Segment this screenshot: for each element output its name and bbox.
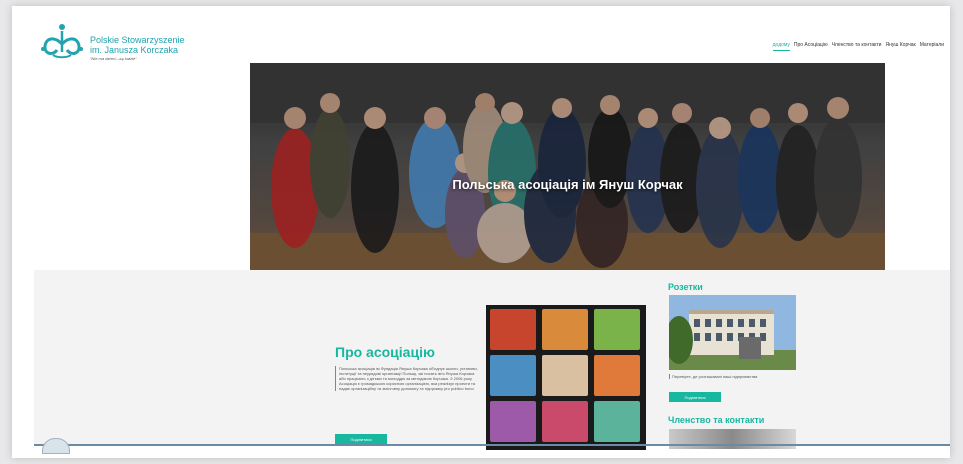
logo-icon[interactable] bbox=[39, 22, 85, 62]
nav-item-materials[interactable]: Матеріали bbox=[920, 42, 944, 51]
bottom-divider bbox=[34, 444, 950, 446]
art-tile bbox=[542, 355, 588, 396]
nav-item-korczak[interactable]: Януш Корчак bbox=[885, 42, 915, 51]
main-nav: додому Про Асоціацію Членство та контакт… bbox=[772, 42, 944, 51]
nav-item-membership[interactable]: Членство та контакти bbox=[832, 42, 882, 51]
hero-group-photo bbox=[250, 63, 885, 270]
art-tile bbox=[490, 355, 536, 396]
art-tile bbox=[490, 309, 536, 350]
membership-heading: Членство та контакти bbox=[668, 415, 765, 425]
about-heading: Про асоціацію bbox=[335, 344, 435, 360]
school-building-image[interactable] bbox=[669, 295, 796, 370]
hero-title: Польська асоціація ім Януш Корчак bbox=[452, 177, 683, 192]
hero-banner: Польська асоціація ім Януш Корчак bbox=[250, 63, 885, 270]
about-share-button[interactable]: Поділитися bbox=[335, 434, 387, 444]
children-art-image[interactable] bbox=[486, 305, 646, 450]
art-tile bbox=[542, 401, 588, 442]
rozetky-caption: Перевірте, де розташовані наші підприємс… bbox=[669, 374, 797, 379]
page: Polskie Stowarzyszenie im. Janusza Korcz… bbox=[12, 6, 950, 458]
art-tile bbox=[594, 401, 640, 442]
brand-tagline: "Nie ma dzieci—są ludzie" bbox=[90, 56, 137, 61]
nav-item-home[interactable]: додому bbox=[772, 42, 790, 51]
nav-item-about[interactable]: Про Асоціацію bbox=[794, 42, 828, 51]
brand-line-1: Polskie Stowarzyszenie bbox=[90, 35, 185, 45]
membership-image[interactable] bbox=[669, 429, 796, 449]
about-text: Польська асоціація ім Фундація Януша Кор… bbox=[335, 366, 479, 391]
art-tile bbox=[542, 309, 588, 350]
art-tile bbox=[594, 309, 640, 350]
brand-name[interactable]: Polskie Stowarzyszenie im. Janusza Korcz… bbox=[90, 36, 185, 61]
rozetky-share-button[interactable]: Поділитися bbox=[669, 392, 721, 402]
art-tile bbox=[594, 355, 640, 396]
brand-line-2: im. Janusza Korczaka bbox=[90, 45, 179, 55]
rozetky-heading: Розетки bbox=[668, 282, 703, 292]
art-tile bbox=[490, 401, 536, 442]
